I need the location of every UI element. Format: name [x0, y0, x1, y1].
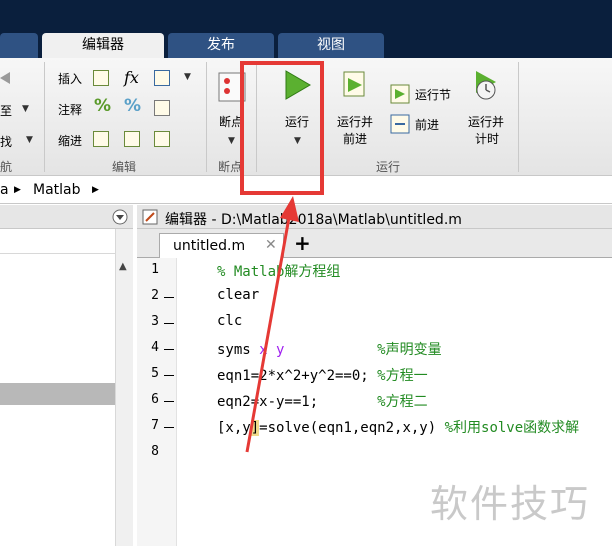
code-line[interactable]: syms x y %声明变量	[217, 339, 442, 359]
code-token: x y	[259, 342, 285, 358]
line-number: 6	[151, 392, 159, 407]
code-token: clc	[217, 313, 243, 329]
edit-section-label: 编辑	[112, 160, 137, 174]
editor-title-bar: 编辑器 - D:\Matlab2018a\Matlab\untitled.m	[137, 205, 612, 229]
code-line[interactable]: eqn2=x-y==1; %方程二	[217, 391, 428, 411]
fx-icon[interactable]: fx	[124, 68, 139, 87]
navigate-section-label: 航	[0, 160, 13, 174]
line-number: 5	[151, 366, 159, 381]
tab-partial[interactable]	[0, 33, 38, 58]
panel-header	[0, 205, 133, 229]
insert-dropdown-icon[interactable]: ▼	[184, 72, 191, 82]
executable-line-marker[interactable]	[164, 323, 174, 324]
code-line[interactable]: clc	[217, 313, 242, 329]
list-divider	[0, 253, 115, 254]
close-tab-icon[interactable]: ✕	[265, 237, 277, 253]
new-tab-icon[interactable]: +	[294, 231, 311, 255]
find-dropdown-icon[interactable]: ▼	[26, 135, 33, 145]
executable-line-marker[interactable]	[164, 349, 174, 350]
run-section-icon[interactable]	[390, 84, 410, 104]
executable-line-marker[interactable]	[164, 297, 174, 298]
run-and-time-icon[interactable]	[472, 70, 502, 102]
run-and-time-label-1[interactable]: 运行并	[468, 113, 504, 130]
decrease-indent-icon[interactable]	[154, 131, 170, 147]
watermark: 软件技巧	[430, 482, 591, 526]
separator	[44, 62, 45, 172]
insert-section-icon[interactable]	[93, 70, 109, 86]
breadcrumb-separator-icon: ▶	[14, 185, 21, 195]
line-number: 8	[151, 444, 159, 459]
line-number: 7	[151, 418, 159, 433]
find-label[interactable]: 找	[0, 133, 12, 150]
line-number: 3	[151, 314, 159, 329]
panel-menu-icon[interactable]	[112, 209, 128, 225]
editor-title: 编辑器 - D:\Matlab2018a\Matlab\untitled.m	[165, 212, 462, 228]
run-and-advance-label-2[interactable]: 前进	[343, 130, 367, 147]
file-tab[interactable]: untitled.m ✕	[159, 233, 284, 258]
code-token: clear	[217, 287, 260, 303]
code-token: =solve(eqn1,eqn2,x,y)	[259, 420, 445, 436]
code-token: %利用solve函数求解	[444, 420, 580, 436]
advance-label[interactable]: 前进	[415, 116, 439, 133]
comment-icon[interactable]: %	[94, 96, 111, 116]
separator	[518, 62, 519, 172]
code-token: [x,y	[217, 420, 251, 436]
breadcrumb-item[interactable]: Matlab	[33, 182, 81, 198]
comment-label[interactable]: 注释	[58, 101, 82, 118]
code-line[interactable]: % Matlab解方程组	[217, 261, 340, 281]
editor-icon	[142, 209, 158, 225]
code-line[interactable]: clear	[217, 287, 259, 303]
run-button-highlight-box	[240, 61, 324, 195]
breakpoints-dropdown-icon[interactable]: ▼	[228, 136, 235, 146]
breakpoints-section-label: 断点	[218, 160, 243, 174]
smart-indent-icon[interactable]	[93, 131, 109, 147]
executable-line-marker[interactable]	[164, 375, 174, 376]
toolstrip-tab-bar: 编辑器 发布 视图	[0, 0, 612, 58]
uncomment-icon[interactable]: %	[124, 96, 141, 116]
run-and-advance-label-1[interactable]: 运行并	[337, 113, 373, 130]
tab-editor[interactable]: 编辑器	[42, 33, 164, 58]
executable-line-marker[interactable]	[164, 401, 174, 402]
list-item-selected[interactable]	[0, 383, 115, 405]
increase-indent-icon[interactable]	[124, 131, 140, 147]
advance-icon[interactable]	[390, 114, 410, 134]
code-line[interactable]: [x,y]=solve(eqn1,eqn2,x,y) %利用solve函数求解	[217, 417, 579, 437]
code-token: %方程一	[377, 368, 428, 384]
navigate-icon	[0, 72, 10, 84]
line-number: 1	[151, 262, 159, 277]
scroll-up-icon[interactable]: ▲	[119, 261, 127, 272]
run-and-time-label-2[interactable]: 计时	[475, 130, 499, 147]
goto-label[interactable]: 至	[0, 102, 12, 119]
breadcrumb-separator-icon: ▶	[92, 185, 99, 195]
line-gutter: 1 2 3 4 5 6 7 8	[137, 258, 177, 546]
code-token: %声明变量	[377, 342, 442, 358]
executable-line-marker[interactable]	[164, 427, 174, 428]
code-token: % Matlab解方程组	[217, 264, 341, 280]
insert-label[interactable]: 插入	[58, 70, 82, 87]
code-token: %方程二	[377, 394, 428, 410]
indent-label[interactable]: 缩进	[58, 132, 82, 149]
run-section-label[interactable]: 运行节	[415, 86, 451, 103]
run-and-advance-icon[interactable]	[342, 70, 370, 100]
current-folder-panel: ▲	[0, 205, 133, 546]
file-tab-label[interactable]: untitled.m	[173, 238, 245, 254]
code-token: ]	[250, 420, 260, 436]
breadcrumb-item[interactable]: a	[0, 182, 9, 198]
goto-dropdown-icon[interactable]: ▼	[22, 104, 29, 114]
line-number: 2	[151, 288, 159, 303]
line-number: 4	[151, 340, 159, 355]
separator	[206, 62, 207, 172]
tab-view[interactable]: 视图	[278, 33, 384, 58]
code-token: syms	[217, 342, 260, 358]
run-section-group-label: 运行	[376, 160, 401, 174]
tab-publish[interactable]: 发布	[168, 33, 274, 58]
panel-scrollbar[interactable]: ▲	[115, 229, 133, 546]
editor-tab-strip: untitled.m ✕ +	[137, 229, 612, 258]
code-line[interactable]: eqn1=2*x^2+y^2==0; %方程一	[217, 365, 428, 385]
code-token: eqn1=2*x^2+y^2==0;	[217, 368, 378, 384]
wrap-comments-icon[interactable]	[154, 100, 170, 116]
insert-function-icon[interactable]	[154, 70, 170, 86]
code-token: eqn2=x-y==1;	[217, 394, 378, 410]
